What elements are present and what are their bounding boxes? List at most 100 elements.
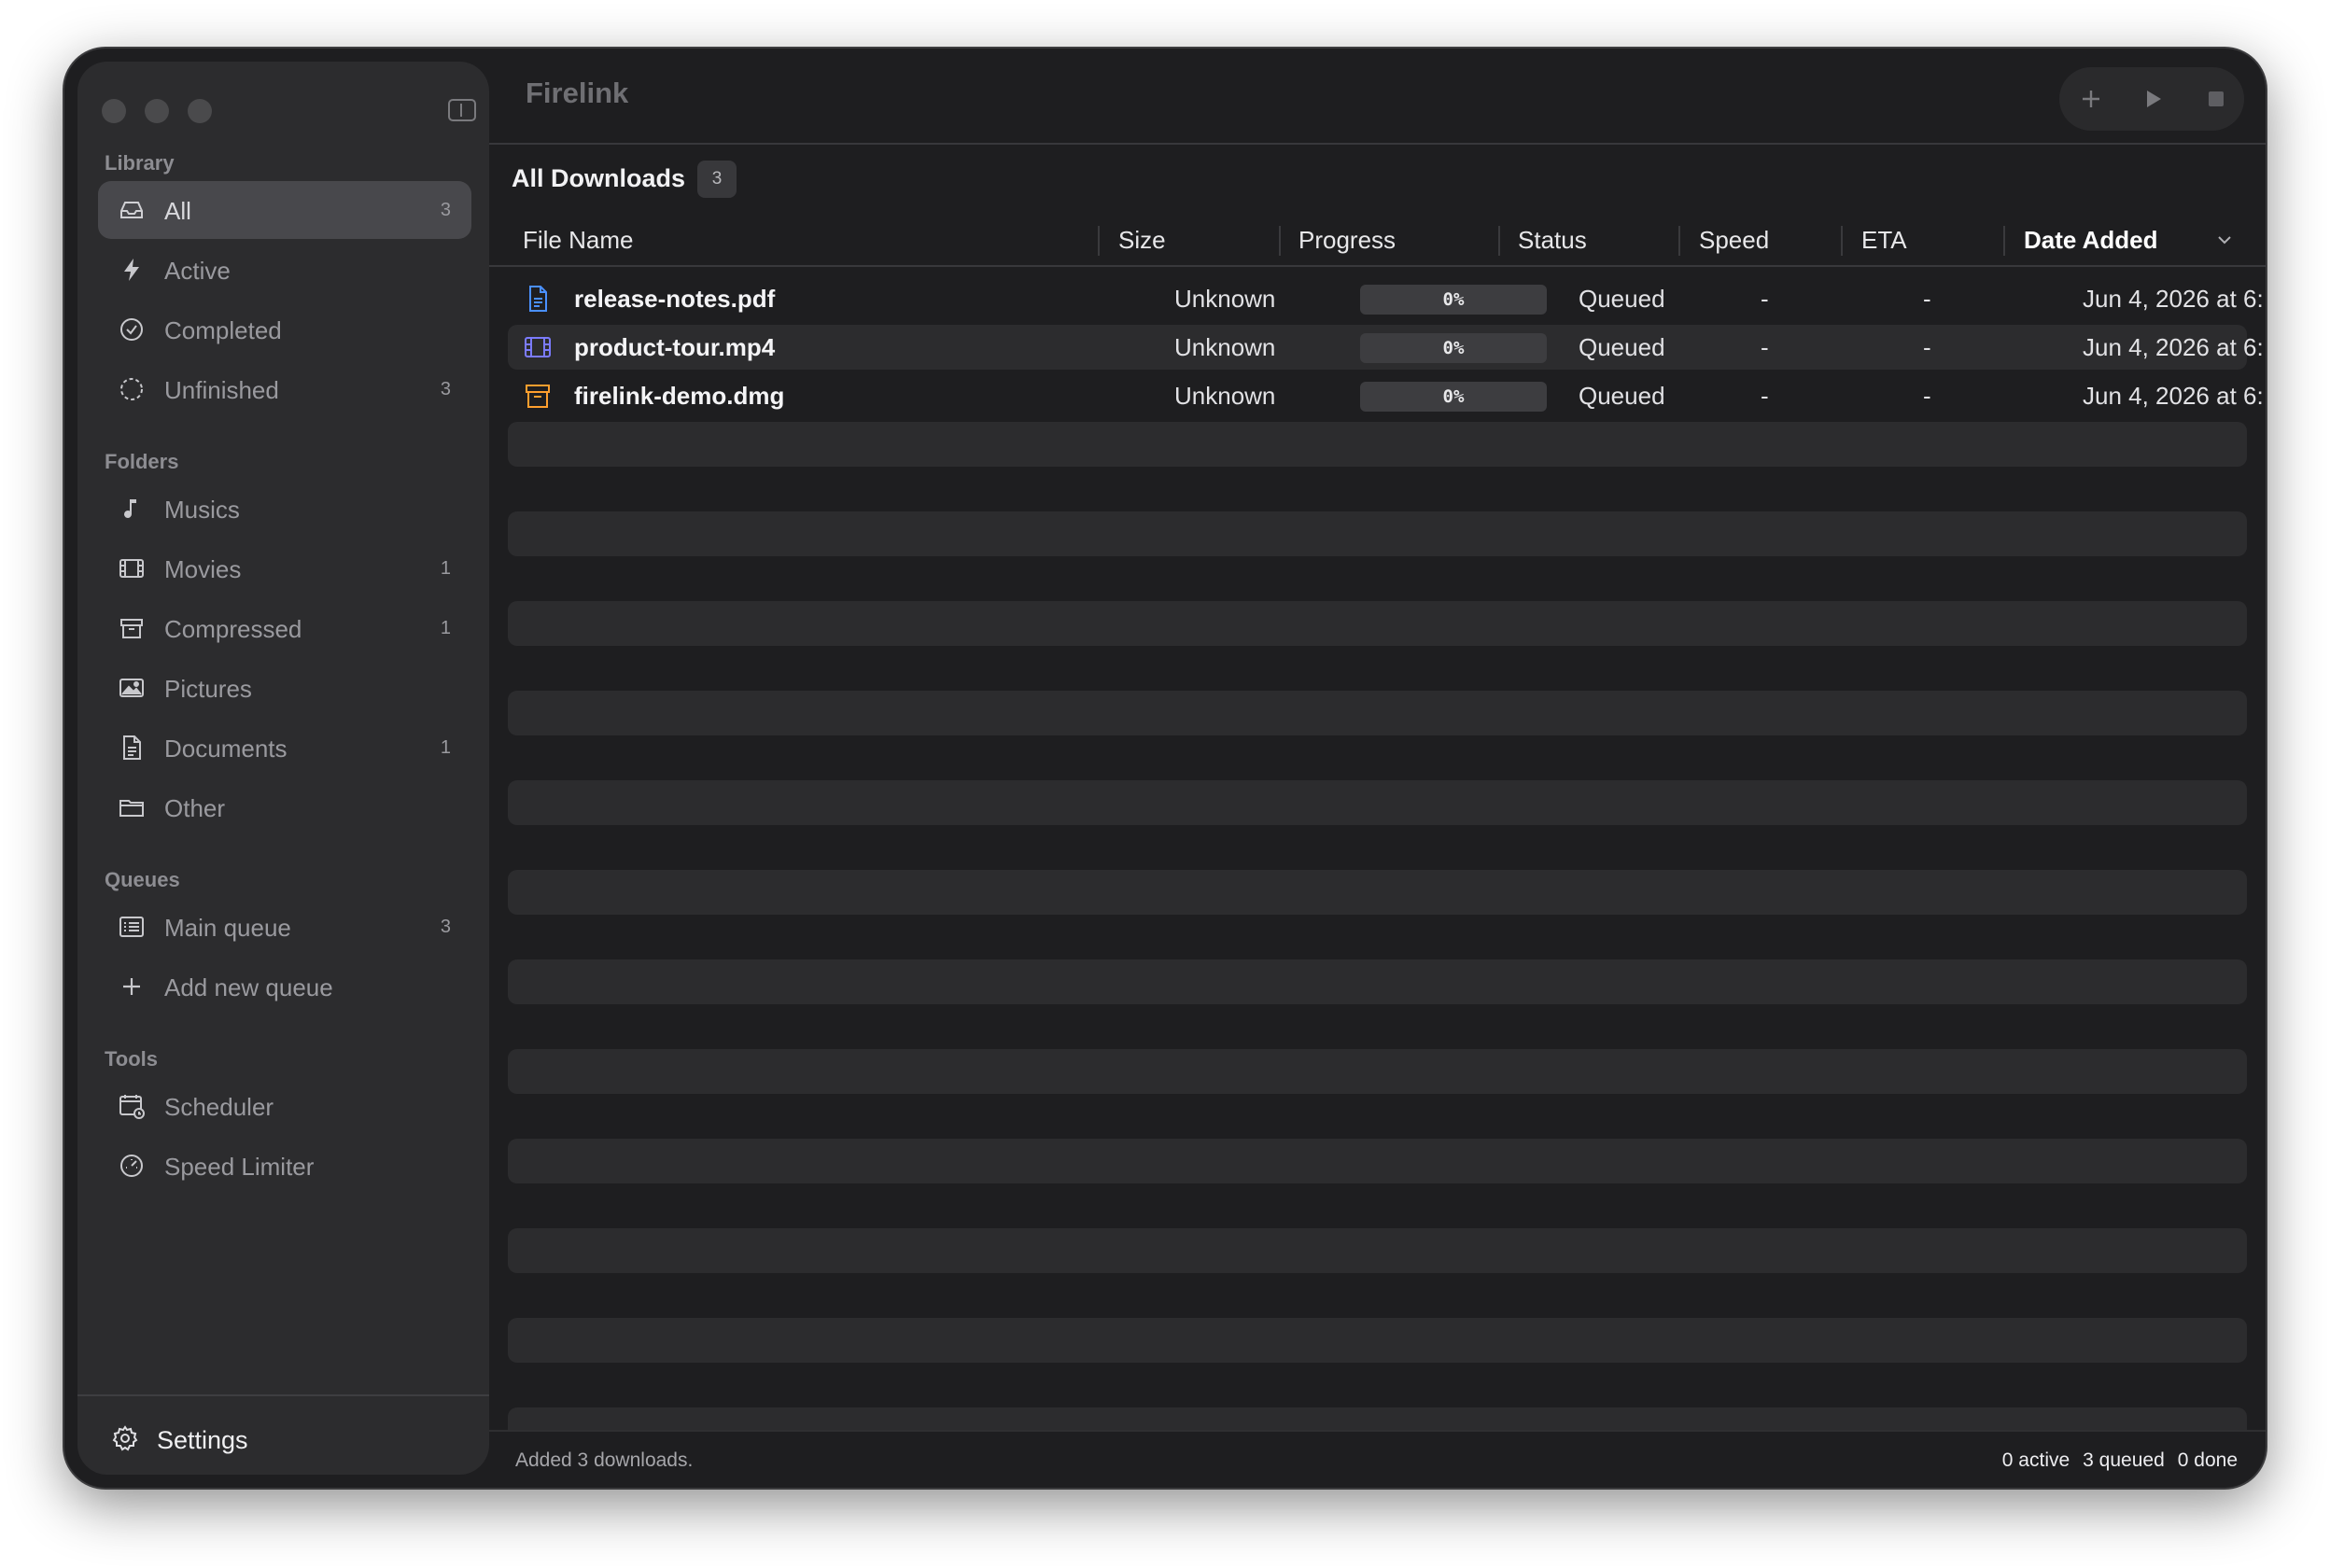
close-window-button[interactable]	[102, 99, 126, 123]
sidebar-item-label: Compressed	[164, 615, 302, 643]
sidebar-item-label: Unfinished	[164, 376, 279, 404]
sidebar-item-count: 1	[440, 618, 451, 638]
file-name: firelink-demo.dmg	[574, 382, 785, 410]
plus-icon	[117, 972, 147, 1001]
calendar-clock-icon	[117, 1091, 147, 1121]
sidebar-item-label: Add new queue	[164, 973, 333, 1001]
section-title-queues: Queues	[105, 868, 180, 891]
empty-row	[508, 959, 2247, 1004]
stop-button[interactable]	[2197, 80, 2235, 118]
check-circle-icon	[117, 315, 147, 344]
progress-text: 0%	[1442, 338, 1465, 358]
count-badge: 3	[697, 161, 737, 198]
column-separator[interactable]	[1678, 226, 1680, 256]
column-header-status[interactable]: Status	[1518, 226, 1587, 255]
zoom-window-button[interactable]	[188, 99, 212, 123]
empty-row	[508, 870, 2247, 915]
add-new-queue-button[interactable]: Add new queue	[98, 958, 471, 1015]
chevron-down-icon[interactable]	[2216, 233, 2233, 246]
column-header-eta[interactable]: ETA	[1861, 226, 1907, 255]
sidebar-item-pictures[interactable]: Pictures	[98, 659, 471, 717]
eta-text: -	[1923, 333, 1931, 361]
column-separator[interactable]	[2003, 226, 2005, 256]
sidebar-item-label: Documents	[164, 735, 288, 763]
file-name: release-notes.pdf	[574, 285, 776, 313]
sidebar-item-label: Other	[164, 794, 226, 822]
dashed-circle-icon	[117, 374, 147, 404]
play-icon	[2147, 91, 2161, 107]
eta-text: -	[1923, 382, 1931, 410]
empty-row	[508, 1318, 2247, 1363]
app-title: Firelink	[526, 77, 629, 109]
progress-text: 0%	[1442, 386, 1465, 407]
sidebar-divider	[77, 1394, 489, 1396]
column-header-progress[interactable]: Progress	[1298, 226, 1396, 255]
file-size: Unknown	[1174, 333, 1276, 361]
sidebar-item-movies[interactable]: Movies 1	[98, 539, 471, 597]
toolbar	[2059, 67, 2244, 131]
tray-icon	[117, 195, 147, 225]
date-added-text: Jun 4, 2026 at 6:...	[2083, 285, 2266, 313]
column-separator[interactable]	[1098, 226, 1100, 256]
status-message: Added 3 downloads.	[515, 1449, 694, 1471]
archive-box-icon	[526, 385, 550, 408]
settings-label: Settings	[157, 1426, 248, 1454]
date-added-text: Jun 4, 2026 at 6:...	[2083, 382, 2266, 410]
start-button[interactable]	[2134, 80, 2171, 118]
sidebar-item-label: Movies	[164, 555, 242, 583]
column-separator[interactable]	[1279, 226, 1281, 256]
sidebar-item-completed[interactable]: Completed	[98, 301, 471, 358]
table-row[interactable]: product-tour.mp4 Unknown 0% Queued - - J…	[508, 325, 2266, 370]
empty-row	[508, 780, 2247, 825]
film-icon	[525, 337, 551, 357]
sidebar-item-other[interactable]: Other	[98, 778, 471, 836]
section-title-library: Library	[105, 151, 175, 175]
statusbar-divider	[489, 1430, 2266, 1432]
sidebar-item-count: 1	[440, 737, 451, 758]
sidebar-toggle-icon[interactable]	[448, 99, 476, 121]
sidebar-item-musics[interactable]: Musics	[98, 480, 471, 538]
column-header-date-added[interactable]: Date Added	[2024, 226, 2158, 255]
music-note-icon	[117, 494, 147, 524]
column-header-speed[interactable]: Speed	[1699, 226, 1769, 255]
sidebar-item-all[interactable]: All 3	[98, 181, 471, 239]
minimize-window-button[interactable]	[145, 99, 169, 123]
eta-text: -	[1923, 285, 1931, 313]
speed-text: -	[1761, 285, 1769, 313]
file-name: product-tour.mp4	[574, 333, 776, 361]
sidebar-item-main-queue[interactable]: Main queue 3	[98, 898, 471, 956]
sidebar: Library All 3 Active Completed Unfinishe…	[77, 62, 489, 1475]
column-separator[interactable]	[1498, 226, 1500, 256]
empty-row	[508, 691, 2247, 735]
progress-bar: 0%	[1360, 285, 1547, 315]
sidebar-item-documents[interactable]: Documents 1	[98, 719, 471, 777]
gauge-icon	[117, 1151, 147, 1181]
add-download-button[interactable]	[2072, 80, 2110, 118]
sidebar-item-unfinished[interactable]: Unfinished 3	[98, 360, 471, 418]
column-header-file-name[interactable]: File Name	[523, 226, 633, 255]
sidebar-item-active[interactable]: Active	[98, 241, 471, 299]
sidebar-item-label: Active	[164, 257, 231, 285]
sidebar-item-compressed[interactable]: Compressed 1	[98, 599, 471, 657]
table-row[interactable]: firelink-demo.dmg Unknown 0% Queued - - …	[508, 373, 2266, 418]
active-count: 0 active	[2001, 1449, 2070, 1471]
sidebar-item-speed-limiter[interactable]: Speed Limiter	[98, 1137, 471, 1195]
file-size: Unknown	[1174, 382, 1276, 410]
empty-row	[508, 422, 2247, 467]
sidebar-item-scheduler[interactable]: Scheduler	[98, 1077, 471, 1135]
progress-text: 0%	[1442, 289, 1465, 310]
empty-row	[508, 511, 2247, 556]
photo-icon	[117, 673, 147, 703]
empty-row	[508, 1139, 2247, 1183]
column-separator[interactable]	[1841, 226, 1843, 256]
progress-bar: 0%	[1360, 333, 1547, 363]
file-size: Unknown	[1174, 285, 1276, 313]
done-count: 0 done	[2177, 1449, 2238, 1471]
sidebar-item-label: Musics	[164, 496, 240, 524]
column-header-size[interactable]: Size	[1118, 226, 1166, 255]
status-text: Queued	[1579, 285, 1665, 313]
sidebar-item-label: All	[164, 197, 191, 225]
empty-row	[508, 1049, 2247, 1094]
status-text: Queued	[1579, 382, 1665, 410]
table-row[interactable]: release-notes.pdf Unknown 0% Queued - - …	[508, 276, 2266, 321]
